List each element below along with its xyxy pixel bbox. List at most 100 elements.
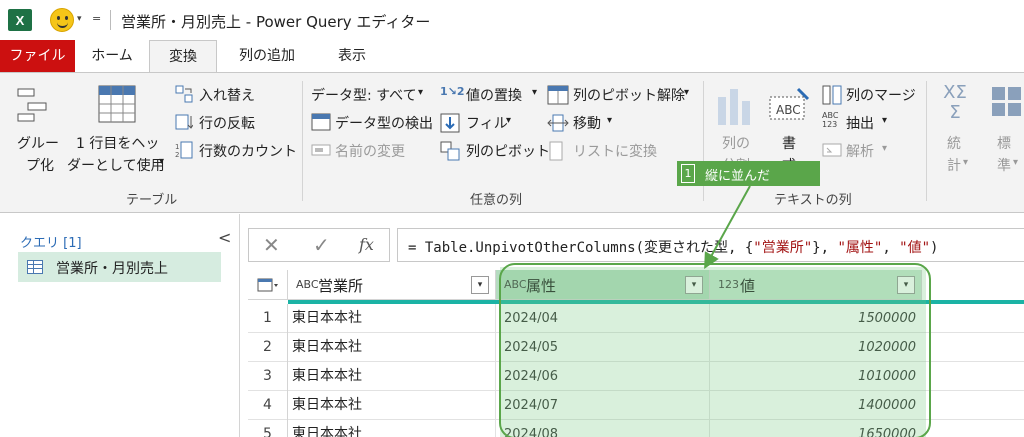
collapse-pane-icon[interactable]: <	[218, 228, 231, 247]
transpose-icon	[175, 85, 193, 103]
cell-office[interactable]: 東日本本社	[288, 333, 496, 362]
unpivot-caret-icon[interactable]: ▾	[684, 87, 689, 98]
column-header-office[interactable]: ABC 営業所 ▾	[288, 270, 496, 300]
table-row[interactable]: 2 東日本本社 2024/05 1020000	[248, 333, 1024, 362]
tab-file[interactable]: ファイル	[0, 40, 75, 72]
quick-access-customize-icon[interactable]: =	[92, 12, 101, 25]
extract-icon: ABC 123	[822, 111, 838, 129]
fill-down-icon	[440, 113, 460, 133]
fill-button[interactable]: フィル	[466, 113, 508, 133]
group-by-button-line2[interactable]: プ化	[26, 155, 54, 175]
svg-text:1: 1	[175, 143, 179, 151]
text-column-group-label: テキストの列	[774, 193, 852, 208]
merge-columns-button[interactable]: 列のマージ	[846, 85, 916, 105]
use-first-row-as-headers-button[interactable]: 1 行目をヘッ	[76, 133, 159, 153]
tab-view[interactable]: 表示	[318, 40, 386, 72]
statistics-button[interactable]: 統	[947, 133, 961, 153]
move-button[interactable]: 移動	[573, 113, 601, 133]
column-header-attribute[interactable]: ABC 属性 ▾	[496, 270, 710, 300]
reverse-rows-button[interactable]: 行の反転	[199, 113, 255, 133]
use-first-row-as-headers-icon	[98, 85, 136, 123]
unpivot-columns-button[interactable]: 列のピボット解除	[573, 85, 685, 105]
move-caret-icon[interactable]: ▾	[607, 115, 612, 126]
reverse-rows-icon	[175, 114, 193, 130]
row-number: 4	[248, 391, 288, 420]
formula-bar-buttons: ✕ ✓ fx	[248, 228, 390, 262]
commit-formula-icon[interactable]: ✓	[313, 233, 330, 257]
statistics-button-line2[interactable]: 計	[947, 155, 961, 175]
cell-office[interactable]: 東日本本社	[288, 420, 496, 437]
cell-attribute[interactable]: 2024/08	[496, 420, 710, 437]
extract-caret-icon[interactable]: ▾	[882, 115, 887, 126]
cell-value[interactable]: 1650000	[710, 420, 922, 437]
text-type-icon[interactable]: ABC	[504, 278, 527, 291]
tab-add-column[interactable]: 列の追加	[220, 40, 314, 72]
table-row[interactable]: 1 東日本本社 2024/04 1500000	[248, 304, 1024, 333]
tab-home[interactable]: ホーム	[78, 40, 146, 72]
cell-office[interactable]: 東日本本社	[288, 304, 496, 333]
convert-to-list-button[interactable]: リストに変換	[573, 141, 657, 161]
cell-value[interactable]: 1500000	[710, 304, 922, 333]
parse-button[interactable]: 解析	[846, 141, 874, 161]
column-filter-dropdown-icon[interactable]: ▾	[471, 276, 489, 294]
tab-transform[interactable]: 変換	[149, 40, 217, 72]
cell-attribute[interactable]: 2024/05	[496, 333, 710, 362]
column-filter-dropdown-icon[interactable]: ▾	[897, 276, 915, 294]
cell-attribute[interactable]: 2024/07	[496, 391, 710, 420]
annotation-number: 1	[681, 164, 695, 183]
cell-attribute[interactable]: 2024/06	[496, 362, 710, 391]
group-by-button[interactable]: グルー	[17, 133, 59, 153]
use-first-row-as-headers-button-line2[interactable]: ダーとして使用	[67, 155, 165, 175]
column-filter-dropdown-icon[interactable]: ▾	[685, 276, 703, 294]
parse-caret-icon[interactable]: ▾	[882, 143, 887, 154]
standard-caret-icon[interactable]: ▾	[1013, 157, 1018, 168]
merge-columns-icon	[822, 85, 842, 105]
cell-value[interactable]: 1010000	[710, 362, 922, 391]
pivot-column-button[interactable]: 列のピボット	[466, 141, 550, 161]
column-header-value[interactable]: 123 値 ▾	[710, 270, 922, 300]
transpose-button[interactable]: 入れ替え	[199, 85, 255, 105]
number-type-icon[interactable]: 123	[718, 278, 739, 291]
ribbon-separator	[926, 81, 927, 201]
cancel-formula-icon[interactable]: ✕	[263, 233, 280, 257]
format-abc-icon: ABC	[776, 103, 801, 117]
replace-values-caret-icon[interactable]: ▾	[532, 87, 537, 98]
excel-app-icon[interactable]: X	[8, 9, 36, 31]
feedback-caret-icon[interactable]: ▾	[77, 14, 82, 24]
count-rows-button[interactable]: 行数のカウント	[199, 141, 297, 161]
split-column-icon	[718, 89, 750, 125]
table-menu-button[interactable]	[248, 270, 288, 300]
split-column-button[interactable]: 列の	[722, 133, 750, 153]
standard-button[interactable]: 標	[997, 133, 1011, 153]
smiley-feedback-icon[interactable]	[50, 8, 74, 32]
statistics-icon-bottom: Σ	[949, 102, 961, 123]
first-row-caret-icon[interactable]: ▾	[159, 156, 164, 167]
table-row[interactable]: 4 東日本本社 2024/07 1400000	[248, 391, 1024, 420]
statistics-icon-top: XΣ	[943, 82, 967, 103]
data-type-caret-icon[interactable]: ▾	[418, 87, 423, 98]
group-by-icon	[17, 88, 47, 122]
column-header-label: 営業所	[318, 277, 364, 295]
table-row[interactable]: 5 東日本本社 2024/08 1650000	[248, 420, 1024, 437]
cell-attribute[interactable]: 2024/04	[496, 304, 710, 333]
query-item[interactable]: 営業所・月別売上	[18, 252, 221, 282]
replace-values-button[interactable]: 値の置換	[466, 85, 522, 105]
formula-input[interactable]: = Table.UnpivotOtherColumns(変更された型, {"営業…	[397, 228, 1024, 262]
statistics-icon: XΣ Σ	[940, 83, 970, 123]
text-type-icon[interactable]: ABC	[296, 278, 319, 291]
cell-value[interactable]: 1400000	[710, 391, 922, 420]
cell-office[interactable]: 東日本本社	[288, 362, 496, 391]
cell-office[interactable]: 東日本本社	[288, 391, 496, 420]
detect-data-type-button[interactable]: データ型の検出	[335, 113, 433, 133]
fx-icon[interactable]: fx	[359, 235, 374, 254]
statistics-caret-icon[interactable]: ▾	[963, 157, 968, 168]
standard-button-line2[interactable]: 準	[997, 155, 1011, 175]
cell-value[interactable]: 1020000	[710, 333, 922, 362]
table-group-label: テーブル	[126, 193, 178, 208]
table-row[interactable]: 3 東日本本社 2024/06 1010000	[248, 362, 1024, 391]
extract-button[interactable]: 抽出	[846, 113, 874, 133]
fill-caret-icon[interactable]: ▾	[506, 115, 511, 126]
format-button[interactable]: 書	[782, 133, 796, 153]
data-type-dropdown[interactable]: データ型: すべて	[311, 85, 417, 105]
rename-button[interactable]: 名前の変更	[335, 141, 405, 161]
